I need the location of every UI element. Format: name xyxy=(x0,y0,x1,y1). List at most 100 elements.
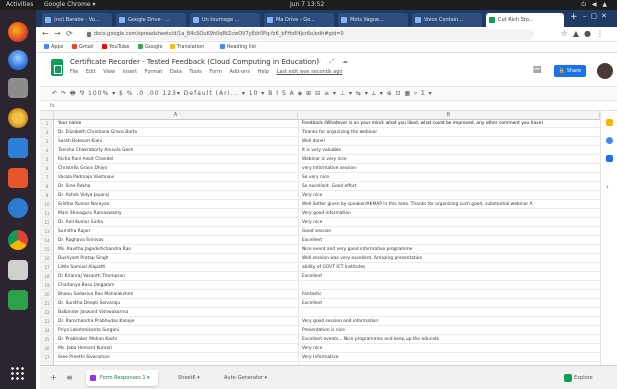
column-header-b[interactable]: B xyxy=(298,111,600,120)
menu-file[interactable]: File xyxy=(70,69,78,75)
row-number[interactable]: 4 xyxy=(40,147,54,155)
menu-data[interactable]: Data xyxy=(170,69,182,75)
row-number[interactable]: 25 xyxy=(40,336,54,344)
cell-feedback[interactable]: Feedback (Whatever is on your mind: what… xyxy=(302,120,598,128)
forward-icon[interactable]: → xyxy=(54,29,61,38)
row-number[interactable]: 11 xyxy=(40,210,54,218)
writer-icon[interactable] xyxy=(8,138,28,158)
activities-button[interactable]: Activities xyxy=(6,0,33,10)
table-row[interactable]: 19 Chaitanya Basu Jangalam xyxy=(40,282,600,290)
back-icon[interactable]: ← xyxy=(42,29,49,38)
cell-feedback[interactable] xyxy=(302,282,598,290)
software-icon[interactable] xyxy=(8,168,28,188)
cell-feedback[interactable]: Fantastic xyxy=(302,291,598,299)
cell-feedback[interactable]: It is very valuable xyxy=(302,147,598,155)
rhythmbox-icon[interactable] xyxy=(8,108,28,128)
row-number[interactable]: 15 xyxy=(40,246,54,254)
cell-feedback[interactable]: Well session was very excellent, Amazing… xyxy=(302,255,598,263)
share-button[interactable]: 🔒 Share xyxy=(554,65,586,77)
calc-icon[interactable] xyxy=(8,260,28,280)
cell-name[interactable]: Dr. Sunitha Deepti Selvaraju xyxy=(58,300,293,308)
table-row[interactable]: 15 Ms. Kavitha Jagadishchandra Rao Nice ev… xyxy=(40,246,600,254)
cell-feedback[interactable]: Very Informative xyxy=(302,354,598,362)
menu-form[interactable]: Form xyxy=(209,69,222,75)
row-number[interactable]: 27 xyxy=(40,354,54,362)
menu-addons[interactable]: Add-ons xyxy=(230,69,250,75)
thunderbird-icon[interactable] xyxy=(8,50,28,70)
table-row[interactable]: 7 Varala Padmaja Vaishnavi So very nice xyxy=(40,174,600,182)
table-row[interactable]: 8 Dr. Sree Rekha So excellent. Good effort xyxy=(40,183,600,191)
row-number[interactable]: 17 xyxy=(40,264,54,272)
clock[interactable]: Jun 7 13:52 xyxy=(290,0,324,10)
table-row[interactable]: 17 Little Samuel Alapatti ability of GOVT … xyxy=(40,264,600,272)
row-number[interactable]: 13 xyxy=(40,228,54,236)
cell-feedback[interactable]: Very nice xyxy=(302,219,598,227)
sheets-logo-icon[interactable] xyxy=(51,59,63,76)
cell-feedback[interactable]: Excellent xyxy=(302,237,598,245)
row-number[interactable]: 7 xyxy=(40,174,54,182)
cell-feedback[interactable]: Excellent xyxy=(302,300,598,308)
last-edit-link[interactable]: Last edit was seconds ago xyxy=(277,69,343,75)
row-number[interactable]: 19 xyxy=(40,282,54,290)
explore-button[interactable]: Explore xyxy=(562,372,612,384)
browser-tab[interactable]: Google Drive - ... xyxy=(116,13,186,27)
cell-name[interactable]: Dr. Ramchandra Prabhudas Kanoje xyxy=(58,318,293,326)
calendar-icon[interactable] xyxy=(606,155,613,162)
cell-feedback[interactable]: Well done! xyxy=(302,138,598,146)
cell-name[interactable]: Your name xyxy=(58,120,293,128)
cell-feedback[interactable]: Very nice xyxy=(302,345,598,353)
table-row[interactable]: 21 Dr. Sunitha Deepti Selvaraju Excellent xyxy=(40,300,600,308)
cell-name[interactable]: Ms. Kavitha Jagadishchandra Rao xyxy=(58,246,293,254)
browser-tab[interactable]: Ma Drive - Go... xyxy=(264,13,334,27)
table-row[interactable]: 24 Priya Lakshmikanta Surgani Presentation… xyxy=(40,327,600,335)
cell-name[interactable]: Bhanu Sadasiva Rao Mahalakshmi xyxy=(58,291,293,299)
table-row[interactable]: 26 Ms. Jaba Hemant Kumari Very nice xyxy=(40,345,600,353)
menu-insert[interactable]: Insert xyxy=(123,69,137,75)
row-number[interactable]: 21 xyxy=(40,300,54,308)
cell-name[interactable]: Balbinder Jaswant Vishwakarma xyxy=(58,309,293,317)
table-row[interactable]: 14 Dr. Raghava Srinivas Excellent xyxy=(40,237,600,245)
menu-format[interactable]: Format xyxy=(145,69,163,75)
column-header-a[interactable]: A xyxy=(54,111,298,120)
cell-name[interactable]: Tanisha Chakraborty Anuvila Gosh xyxy=(58,147,293,155)
comments-icon[interactable]: ▤ xyxy=(530,65,544,76)
row-number[interactable]: 20 xyxy=(40,291,54,299)
table-row[interactable]: 3 Sarah Bokeum Kiani Well done! xyxy=(40,138,600,146)
reload-icon[interactable]: ⟳ xyxy=(66,29,73,38)
cell-feedback[interactable]: ability of GOVT ICT Institutes xyxy=(302,264,598,272)
firefox-icon[interactable] xyxy=(8,22,28,42)
cell-feedback[interactable]: Very nice xyxy=(302,192,598,200)
corner-cell[interactable] xyxy=(40,111,54,120)
cell-name[interactable]: Dr Kiranraj Vasanth Thompson xyxy=(58,273,293,281)
row-number[interactable]: 24 xyxy=(40,327,54,335)
row-number[interactable]: 6 xyxy=(40,165,54,173)
row-number[interactable]: 18 xyxy=(40,273,54,281)
cell-name[interactable]: Dr. Prabhaker Mohan Kashi xyxy=(58,336,293,344)
table-row[interactable]: 16 Dushyant Pratap Singh Well session was … xyxy=(40,255,600,263)
cell-name[interactable]: Richa Rani Ankit Chandel xyxy=(58,156,293,164)
menu-help[interactable]: Help xyxy=(258,69,269,75)
keep-icon[interactable] xyxy=(606,119,613,126)
formatting-toolbar[interactable]: ↶ ↷ 🖶 ⅋ 100% ▾ $ % .0 .00 123▾ Default (… xyxy=(40,86,617,101)
row-number[interactable]: 9 xyxy=(40,192,54,200)
cell-feedback[interactable]: very Informative session xyxy=(302,165,598,173)
cell-name[interactable]: Sree Preethi Sivaraman xyxy=(58,354,293,362)
row-number[interactable]: 1 xyxy=(40,120,54,128)
bookmark-apps[interactable]: Apps xyxy=(44,42,63,53)
bookmark-google[interactable]: Google xyxy=(138,42,163,53)
cell-feedback[interactable]: Very good session and information xyxy=(302,318,598,326)
table-row[interactable]: 2 Dr. Elizabeth Christiana Grace Barto Tha… xyxy=(40,129,600,137)
add-sheet-icon[interactable]: + xyxy=(50,373,57,382)
cell-name[interactable]: Priya Lakshmikanta Surgani xyxy=(58,327,293,335)
formula-bar[interactable]: fx xyxy=(40,101,617,111)
tasks-icon[interactable] xyxy=(606,137,613,144)
cell-name[interactable]: Dushyant Pratap Singh xyxy=(58,255,293,263)
table-row[interactable]: 20 Bhanu Sadasiva Rao Mahalakshmi Fantasti… xyxy=(40,291,600,299)
cell-feedback[interactable]: Very good information xyxy=(302,210,598,218)
cell-feedback[interactable]: Well Setter given by speaker/AKMAP in th… xyxy=(302,201,598,209)
table-row[interactable]: 10 Sridhar Kumar Narayan Well Setter given… xyxy=(40,201,600,209)
menu-tools[interactable]: Tools xyxy=(189,69,201,75)
cell-name[interactable]: Little Samuel Alapatti xyxy=(58,264,293,272)
browser-tab-active[interactable]: Cut Rich Sto... xyxy=(486,13,564,27)
cell-name[interactable]: Dr. Raghava Srinivas xyxy=(58,237,293,245)
